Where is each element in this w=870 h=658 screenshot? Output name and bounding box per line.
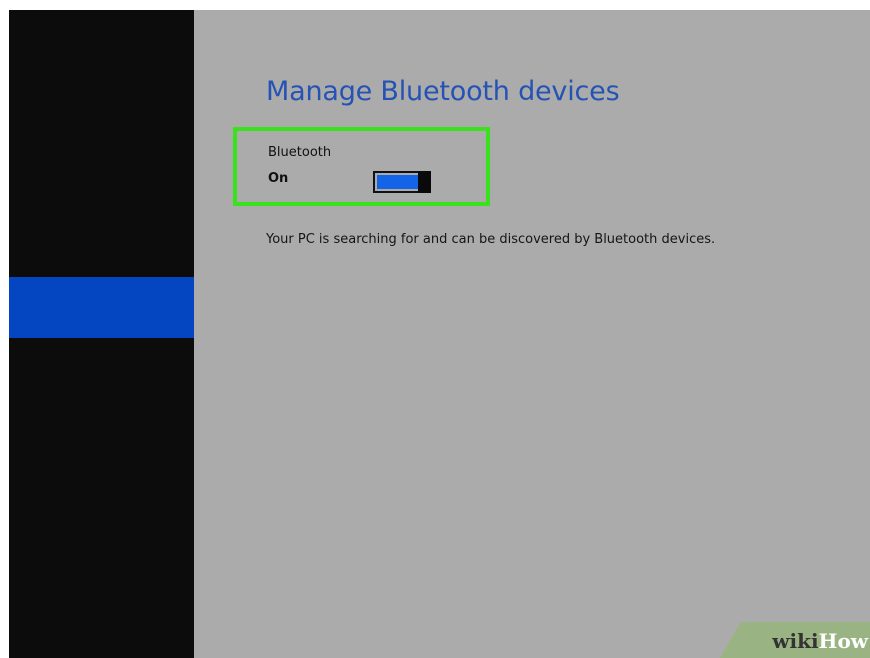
settings-window: Manage Bluetooth devices Bluetooth On Yo…: [9, 10, 870, 658]
main-panel: Manage Bluetooth devices Bluetooth On Yo…: [194, 10, 870, 658]
toggle-fill: [377, 175, 418, 189]
bluetooth-highlight-box: Bluetooth On: [233, 127, 490, 206]
bluetooth-toggle[interactable]: [373, 171, 431, 193]
watermark-wiki: wiki: [772, 629, 819, 653]
bluetooth-status-text: Your PC is searching for and can be disc…: [266, 232, 716, 247]
bluetooth-label: Bluetooth: [268, 145, 332, 160]
wikihow-watermark: wikiHow: [710, 622, 870, 658]
sidebar: [9, 10, 194, 658]
bluetooth-state-label: On: [268, 171, 289, 186]
sidebar-item-selected[interactable]: [9, 277, 194, 338]
watermark-how: How: [818, 629, 868, 653]
watermark-text: wikiHow: [772, 629, 868, 653]
toggle-thumb[interactable]: [418, 171, 431, 193]
page-title: Manage Bluetooth devices: [266, 76, 620, 107]
